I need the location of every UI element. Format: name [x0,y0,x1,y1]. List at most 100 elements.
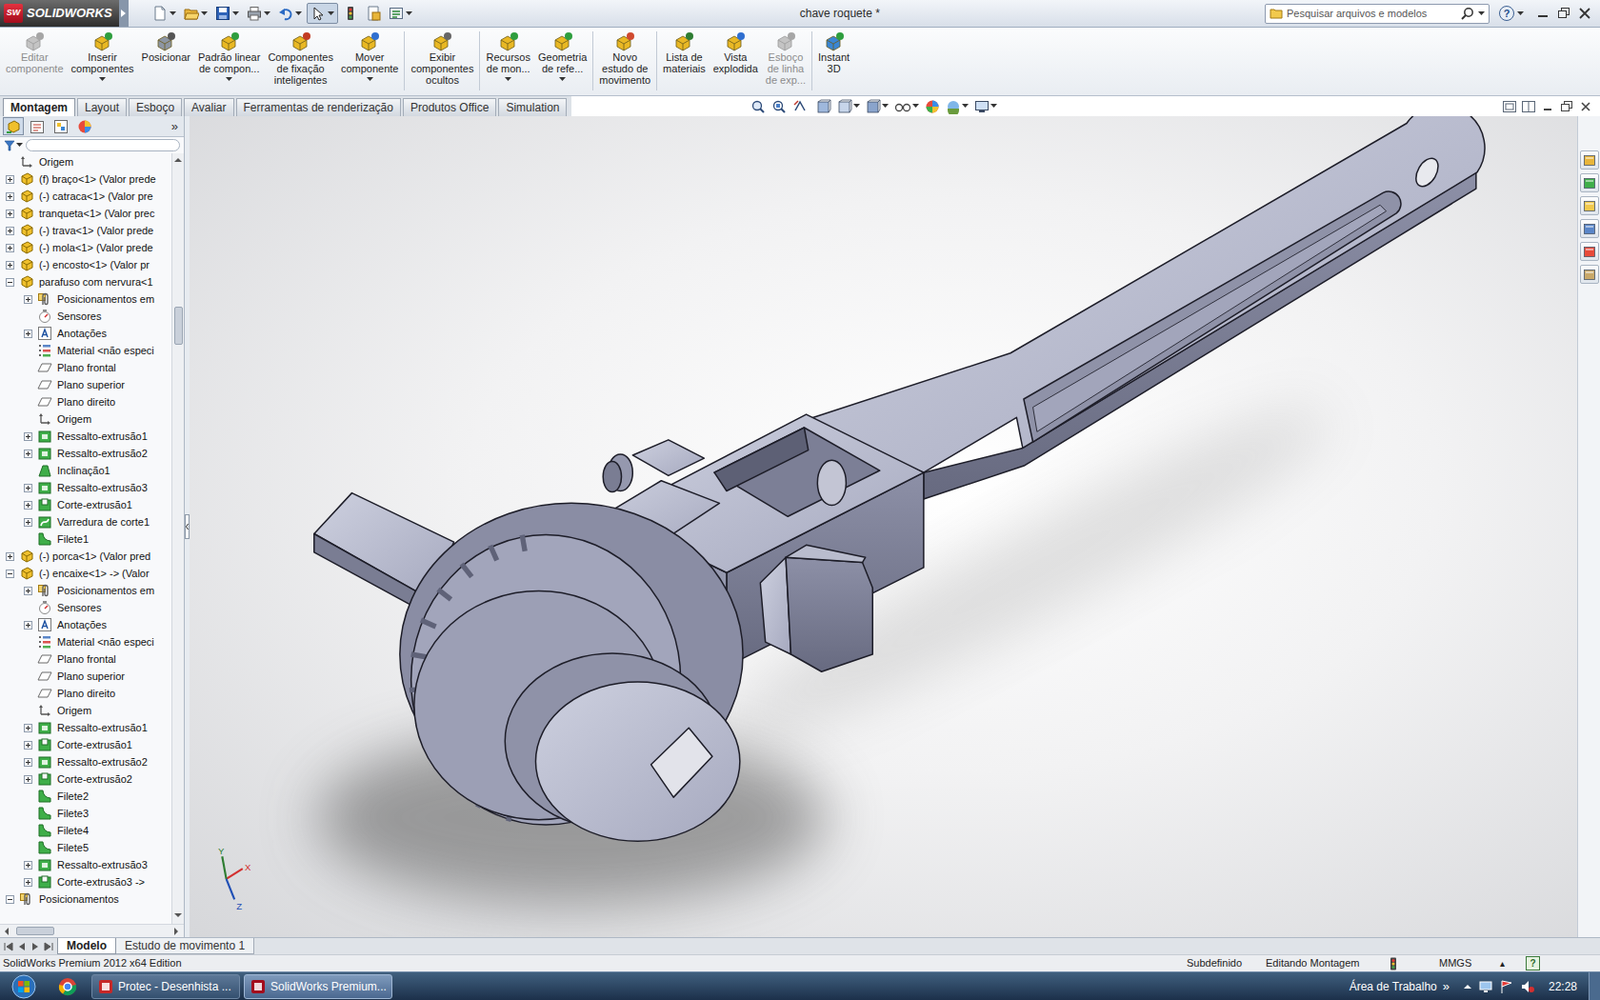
command-button[interactable]: Vistaexplodida [709,31,762,75]
restore-icon[interactable] [1556,6,1572,20]
tree-item[interactable]: (-) mola<1> (Valor prede [0,239,172,257]
tree-item[interactable]: Plano direito [0,393,172,411]
network-icon[interactable] [1478,979,1494,995]
dropdown-arrow-icon[interactable] [559,77,566,82]
tree-item[interactable]: Plano frontal [0,359,172,377]
task-pane-button[interactable] [1580,173,1600,193]
collapse-icon[interactable] [5,569,15,579]
dropdown-arrow-icon[interactable] [990,103,998,109]
command-button[interactable]: Exibircomponentesocultos [406,31,478,86]
taskbar-window-button[interactable]: Protec - Desenhista ... [91,974,240,1000]
quick-access-button[interactable] [385,2,416,24]
expand-icon[interactable] [23,329,33,339]
command-tab[interactable]: Layout [77,98,127,117]
viewport-close-icon[interactable] [1579,100,1593,113]
taskbar-window-button[interactable]: SolidWorks Premium... [243,974,393,1000]
app-logo[interactable]: SWSOLIDWORKS [0,0,120,27]
tree-item[interactable]: Filete5 [0,839,172,857]
tree-item[interactable]: Filete4 [0,821,172,840]
view-tool-button[interactable] [862,99,892,115]
expand-icon[interactable] [23,518,33,527]
command-tab[interactable]: Ferramentas de renderização [236,98,401,117]
command-button[interactable]: Geometriade refe... [534,31,591,82]
expand-icon[interactable] [23,295,33,304]
command-button[interactable]: Esboçode linhade exp... [761,31,810,86]
expand-icon[interactable] [23,723,33,733]
scrollbar-thumb[interactable] [174,306,183,345]
dropdown-arrow-icon[interactable] [263,11,271,17]
tree-item[interactable]: (-) encosto<1> (Valor pr [0,256,172,274]
wrench-model[interactable]: XYZ [189,116,1578,938]
tree-item[interactable]: Plano superior [0,376,172,394]
tree-item[interactable]: Ressalto-extrusão2 [0,444,172,462]
dropdown-arrow-icon[interactable] [366,77,374,82]
quick-access-button[interactable] [212,2,242,24]
configuration-manager-tab[interactable] [50,117,72,136]
appearance-button[interactable] [921,99,943,115]
tree-item[interactable]: Plano superior [0,667,172,685]
expand-icon[interactable] [23,449,33,459]
chrome-taskbar-button[interactable] [47,977,88,997]
tree-item[interactable]: Origem [0,153,172,171]
tree-item[interactable]: (-) trava<1> (Valor prede [0,221,172,240]
filter-button[interactable] [3,140,23,152]
expand-icon[interactable] [5,552,15,561]
tree-item[interactable]: Corte-extrusão2 [0,770,172,788]
command-button[interactable]: Lista demateriais [659,31,710,75]
show-desktop-button[interactable] [1588,972,1600,1000]
dropdown-arrow-icon[interactable] [200,11,208,17]
view-settings-button[interactable] [971,99,1000,115]
search-icon[interactable] [1460,6,1475,20]
viewport-minimize-icon[interactable] [1540,100,1555,113]
dropdown-arrow-icon[interactable] [169,11,177,17]
tree-item[interactable]: Material <não especi [0,341,172,360]
dropdown-arrow-icon[interactable] [327,11,335,17]
tree-item[interactable]: Filete1 [0,530,172,548]
command-button[interactable]: Componentesde fixaçãointeligentes [263,31,338,86]
hide-show-button[interactable] [891,100,922,114]
expand-icon[interactable] [23,860,33,870]
expand-icon[interactable] [23,620,33,630]
expand-icon[interactable] [23,586,33,596]
expand-icon[interactable] [5,226,15,236]
tree-item[interactable]: Origem [0,410,172,428]
dropdown-arrow-icon[interactable] [405,11,413,17]
command-tab[interactable]: Montagem [2,98,76,117]
help-button[interactable]: ? [1499,5,1524,21]
scroll-right-icon[interactable] [171,926,181,937]
command-button[interactable]: Posicionar [138,31,195,63]
command-button[interactable]: Movercomponente [337,31,403,82]
vertical-scrollbar[interactable] [171,153,184,924]
dropdown-arrow-icon[interactable] [853,103,860,109]
quick-access-button[interactable] [149,2,180,24]
expand-icon[interactable] [23,483,33,493]
task-pane-button[interactable] [1580,241,1600,261]
horizontal-scrollbar[interactable] [0,923,184,938]
tree-item[interactable]: (f) braço<1> (Valor prede [0,170,172,188]
scroll-down-icon[interactable] [173,911,183,921]
expand-icon[interactable] [5,209,15,219]
tree-item[interactable]: Ressalto-extrusão1 [0,427,172,445]
display-manager-tab[interactable] [74,117,96,136]
tree-item[interactable]: Ressalto-extrusão1 [0,719,172,737]
view-tool-button[interactable] [813,99,835,115]
task-pane-button[interactable] [1580,264,1600,284]
status-help-button[interactable]: ? [1525,956,1540,971]
scroll-left-icon[interactable] [2,926,13,937]
filter-field[interactable] [25,139,180,152]
tree-item[interactable]: Ressalto-extrusão3 [0,856,172,874]
expand-icon[interactable] [5,192,15,201]
expand-icon[interactable] [23,878,33,887]
dropdown-arrow-icon[interactable] [225,77,233,82]
dropdown-arrow-icon[interactable] [912,103,920,109]
dropdown-arrow-icon[interactable] [16,142,23,148]
tree-item[interactable]: Sensores [0,599,172,617]
dropdown-arrow-icon[interactable] [504,77,512,82]
previous-view-icon[interactable] [792,99,808,115]
collapse-icon[interactable] [5,278,15,287]
tab-nav-next-icon[interactable] [29,941,41,952]
units-menu-button[interactable]: ▴ [1500,956,1526,971]
expand-icon[interactable] [23,775,33,784]
scroll-up-icon[interactable] [173,156,183,166]
collapse-icon[interactable] [5,895,15,904]
